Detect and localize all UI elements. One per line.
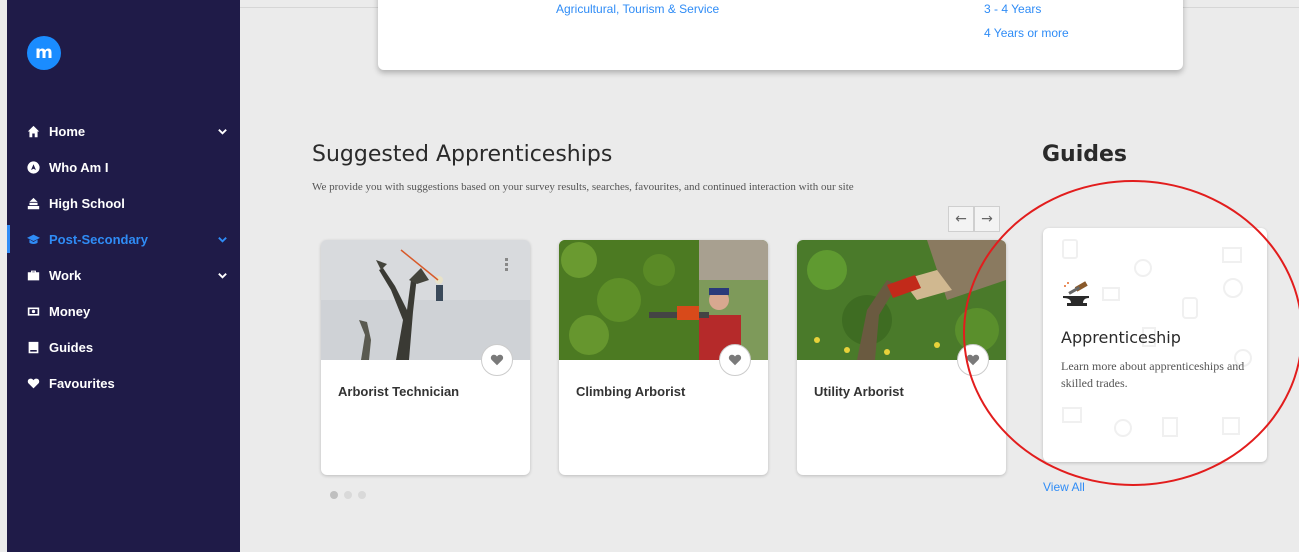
sidebar-nav: Home Who Am I High School Post-Secondary… <box>7 113 240 401</box>
sidebar-item-home[interactable]: Home <box>7 113 240 149</box>
guide-card-description: Learn more about apprenticeships and ski… <box>1061 359 1245 390</box>
briefcase-icon <box>27 269 40 282</box>
duration-link[interactable]: 3 - 4 Years <box>984 2 1041 16</box>
sidebar-item-money[interactable]: Money <box>7 293 240 329</box>
anvil-hammer-icon <box>1063 281 1089 306</box>
heart-icon <box>966 354 980 366</box>
heart-icon <box>27 377 40 390</box>
card-title: Climbing Arborist <box>576 384 686 399</box>
favourite-button[interactable] <box>957 344 989 376</box>
sidebar-item-label: Work <box>49 267 82 283</box>
carousel-dots <box>330 491 366 499</box>
card-image <box>559 240 768 360</box>
chevron-down-icon[interactable] <box>217 125 228 136</box>
sidebar-item-post-secondary[interactable]: Post-Secondary <box>7 221 240 257</box>
sidebar-item-label: Favourites <box>49 375 115 391</box>
carousel-arrows: ← → <box>948 206 1000 232</box>
filter-card: Agricultural, Tourism & Service 3 - 4 Ye… <box>378 0 1183 70</box>
chevron-down-icon[interactable] <box>217 269 228 280</box>
sidebar: m Home Who Am I High School Post-Seconda… <box>7 0 240 552</box>
card-image <box>321 240 530 360</box>
guide-card-title: Apprenticeship <box>1061 328 1181 347</box>
card-title: Arborist Technician <box>338 384 460 399</box>
guide-card[interactable]: Apprenticeship Learn more about apprenti… <box>1043 228 1267 462</box>
apprenticeship-card[interactable]: Utility Arborist <box>797 240 1006 475</box>
favourite-button[interactable] <box>481 344 513 376</box>
logo[interactable]: m <box>27 36 61 70</box>
school-icon <box>27 197 40 210</box>
next-arrow-button[interactable]: → <box>974 206 1000 232</box>
duration-link[interactable]: 4 Years or more <box>984 26 1069 40</box>
heart-icon <box>490 354 504 366</box>
sidebar-item-label: Who Am I <box>49 159 109 175</box>
heart-icon <box>728 354 742 366</box>
sidebar-item-label: Guides <box>49 339 94 355</box>
section-subtitle: We provide you with suggestions based on… <box>312 181 854 193</box>
sidebar-item-work[interactable]: Work <box>7 257 240 293</box>
apprenticeship-card[interactable]: Climbing Arborist <box>559 240 768 475</box>
sidebar-item-label: Post-Secondary <box>49 231 148 247</box>
apprenticeship-card[interactable]: Arborist Technician <box>321 240 530 475</box>
home-icon <box>27 125 40 138</box>
prev-arrow-button[interactable]: ← <box>948 206 974 232</box>
section-title: Suggested Apprenticeships <box>312 142 613 167</box>
card-image <box>797 240 1006 360</box>
chevron-down-icon[interactable] <box>217 233 228 244</box>
view-all-link[interactable]: View All <box>1043 480 1085 494</box>
sidebar-item-label: Money <box>49 303 91 319</box>
graduation-cap-icon <box>27 233 40 246</box>
carousel-dot[interactable] <box>344 491 352 499</box>
guides-title: Guides <box>1042 142 1128 167</box>
sidebar-item-label: Home <box>49 123 86 139</box>
carousel-dot[interactable] <box>358 491 366 499</box>
carousel-dot[interactable] <box>330 491 338 499</box>
sidebar-item-high-school[interactable]: High School <box>7 185 240 221</box>
category-link[interactable]: Agricultural, Tourism & Service <box>556 2 719 16</box>
sidebar-item-favourites[interactable]: Favourites <box>7 365 240 401</box>
sidebar-item-guides[interactable]: Guides <box>7 329 240 365</box>
money-icon <box>27 305 40 318</box>
card-title: Utility Arborist <box>814 384 904 399</box>
compass-icon <box>27 160 40 174</box>
book-icon <box>27 341 40 354</box>
favourite-button[interactable] <box>719 344 751 376</box>
sidebar-item-label: High School <box>49 195 125 211</box>
sidebar-item-who-am-i[interactable]: Who Am I <box>7 149 240 185</box>
